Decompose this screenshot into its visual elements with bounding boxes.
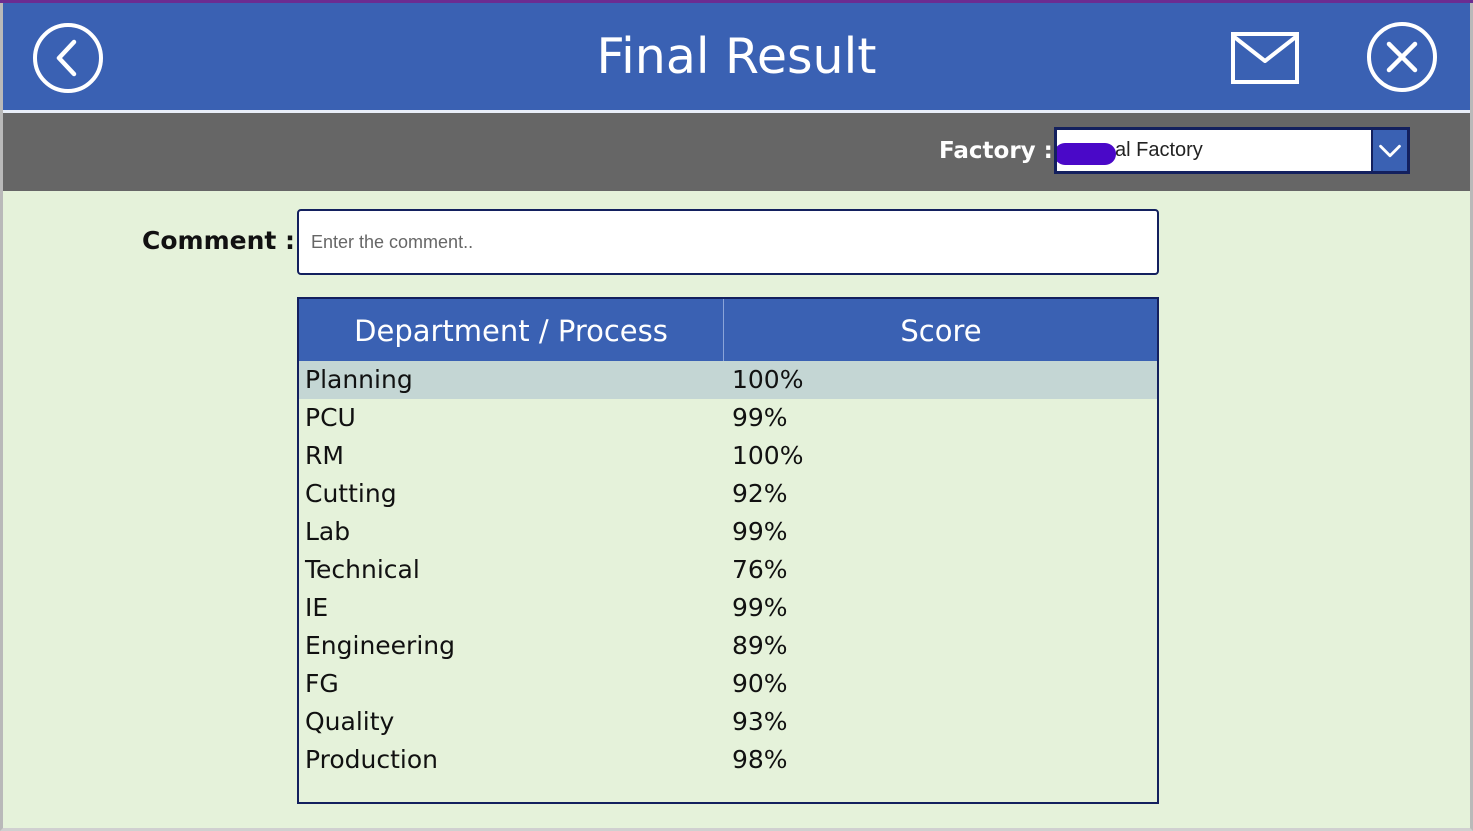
department-cell: Quality [305,707,395,736]
department-cell: Lab [305,517,351,546]
score-cell: 89% [732,631,788,660]
dropdown-toggle[interactable] [1371,130,1407,171]
results-table: Department / Process Score Planning 100% P… [297,297,1159,804]
close-icon [1386,41,1418,73]
score-cell: 92% [732,479,788,508]
chevron-left-icon [56,39,77,77]
table-row[interactable]: Lab 99% [299,513,1157,551]
score-cell: 100% [732,365,804,394]
department-cell: PCU [305,403,356,432]
factory-selected-value: al Factory [1057,130,1367,171]
email-button[interactable] [1230,31,1300,85]
envelope-icon [1231,32,1299,84]
score-cell: 90% [732,669,788,698]
department-cell: Planning [305,365,413,394]
score-cell: 76% [732,555,788,584]
table-row[interactable]: Engineering 89% [299,627,1157,665]
department-cell: Engineering [305,631,455,660]
department-cell: Production [305,745,439,774]
comment-input[interactable] [297,209,1159,275]
comment-label: Comment : [142,226,296,255]
column-header-department: Department / Process [299,299,724,361]
table-row[interactable]: IE 99% [299,589,1157,627]
header-bar: Final Result [3,3,1470,110]
table-row[interactable]: Technical 76% [299,551,1157,589]
table-body: Planning 100% PCU 99% RM 100% Cutting 92% Lab 99%… [299,361,1157,779]
column-header-score: Score [900,314,982,348]
close-button[interactable] [1367,22,1437,92]
filter-bar: Factory : al Factory [3,113,1470,191]
table-row[interactable]: Quality 93% [299,703,1157,741]
factory-label: Factory : [939,138,1053,164]
score-cell: 98% [732,745,788,774]
department-cell: FG [305,669,339,698]
back-button[interactable] [33,23,103,93]
department-cell: Technical [305,555,420,584]
table-row[interactable]: Planning 100% [299,361,1157,399]
score-cell: 100% [732,441,804,470]
table-header: Department / Process Score [299,299,1157,361]
table-row[interactable]: Cutting 92% [299,475,1157,513]
redaction-mark [1057,143,1116,165]
score-cell: 99% [732,593,788,622]
department-cell: Cutting [305,479,397,508]
table-row[interactable]: PCU 99% [299,399,1157,437]
score-cell: 99% [732,517,788,546]
department-cell: RM [305,441,344,470]
table-row[interactable]: Production 98% [299,741,1157,779]
table-row[interactable]: FG 90% [299,665,1157,703]
score-cell: 93% [732,707,788,736]
department-cell: IE [305,593,329,622]
table-row[interactable]: RM 100% [299,437,1157,475]
chevron-down-icon [1379,144,1401,158]
score-cell: 99% [732,403,788,432]
factory-dropdown[interactable]: al Factory [1054,127,1410,174]
